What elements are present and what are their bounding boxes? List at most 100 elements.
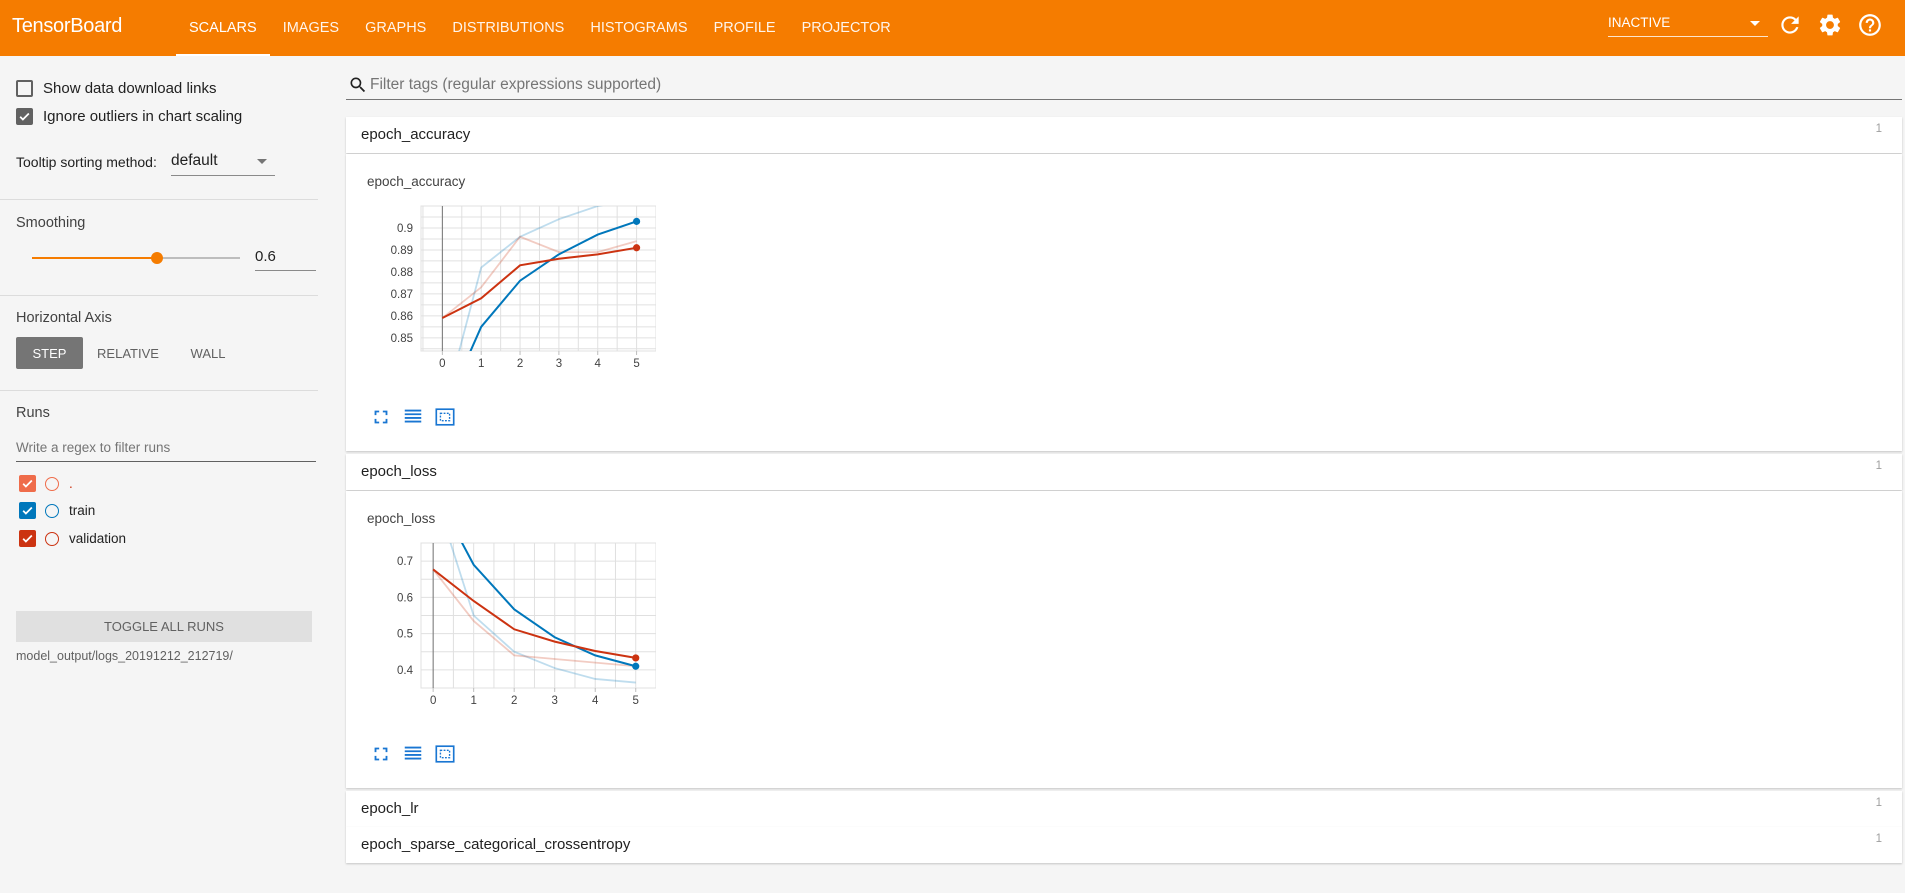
runs-filter-input[interactable]: Write a regex to filter runs	[16, 436, 316, 462]
checkbox-box	[16, 80, 33, 97]
show-download-links-label: Show data download links	[43, 80, 217, 97]
smoothing-label: Smoothing	[16, 215, 86, 231]
settings-icon[interactable]	[1817, 12, 1843, 38]
category-epoch-accuracy-body: epoch_accuracy 0.85 0.86 0.87 0.88 0.89 0.9 0 1…	[346, 154, 1902, 451]
epoch-loss-chart[interactable]: 0.4 0.5 0.6 0.7 0 1 2 3 4 5	[366, 533, 656, 713]
tab-graphs[interactable]: GRAPHS	[352, 0, 439, 56]
y-tick-label: 0.5	[397, 629, 413, 641]
toggle-all-runs-button[interactable]: TOGGLE ALL RUNS	[16, 611, 312, 642]
tooltip-sort-value: default	[171, 152, 218, 169]
checkbox-box	[16, 108, 33, 125]
checkmark-icon	[22, 479, 33, 488]
category-count: 1	[1875, 833, 1882, 845]
run-name: validation	[69, 531, 127, 546]
chart-title: epoch_accuracy	[367, 174, 466, 189]
divider	[0, 390, 318, 391]
run-checkbox[interactable]	[19, 502, 36, 519]
tab-images[interactable]: IMAGES	[270, 0, 352, 56]
x-tick-label: 5	[633, 358, 639, 370]
category-epoch-accuracy-header[interactable]: epoch_accuracy 1	[346, 117, 1902, 153]
run-checkbox[interactable]	[19, 475, 36, 492]
axis-relative-button[interactable]: RELATIVE	[90, 337, 166, 369]
smoothing-slider[interactable]	[32, 252, 240, 264]
tooltip-sort-dropdown[interactable]: default	[171, 150, 275, 176]
chart-title: epoch_loss	[367, 511, 436, 526]
data-table-icon[interactable]	[402, 406, 424, 428]
run-item-dot[interactable]: .	[19, 475, 73, 492]
y-tick-label: 0.9	[397, 223, 413, 235]
slider-fill	[32, 257, 157, 259]
help-icon[interactable]	[1857, 12, 1883, 38]
category-count: 1	[1875, 797, 1882, 809]
y-tick-label: 0.87	[391, 289, 413, 301]
series-last-point-train	[632, 217, 641, 225]
refresh-icon[interactable]	[1777, 12, 1803, 38]
tab-profile[interactable]: PROFILE	[701, 0, 789, 56]
dashboard-tabs: SCALARS IMAGES GRAPHS DISTRIBUTIONS HIST…	[176, 0, 904, 56]
category-epoch-lr-header[interactable]: epoch_lr 1	[346, 791, 1902, 827]
x-tick-label: 5	[633, 695, 639, 707]
data-table-icon[interactable]	[402, 743, 424, 765]
y-tick-label: 0.88	[391, 267, 413, 279]
category-title: epoch_loss	[361, 463, 437, 480]
inactive-dashboards-select[interactable]: INACTIVE	[1608, 13, 1768, 37]
epoch-accuracy-chart[interactable]: 0.85 0.86 0.87 0.88 0.89 0.9 0 1 2 3 4 5	[366, 196, 656, 376]
tab-histograms[interactable]: HISTOGRAMS	[577, 0, 700, 56]
series-last-point-train	[632, 662, 640, 670]
run-name: train	[69, 503, 96, 518]
fit-domain-icon[interactable]	[434, 743, 456, 765]
run-color-radio[interactable]	[45, 531, 59, 546]
axis-wall-button[interactable]: WALL	[176, 337, 240, 369]
y-tick-label: 0.7	[397, 556, 413, 568]
category-title: epoch_lr	[361, 800, 419, 817]
axis-step-button[interactable]: STEP	[16, 337, 83, 369]
fullscreen-icon[interactable]	[370, 743, 392, 765]
x-tick-label: 1	[478, 358, 484, 370]
series-last-point-validation	[632, 244, 641, 252]
run-color-radio[interactable]	[45, 503, 59, 518]
tab-scalars[interactable]: SCALARS	[176, 0, 270, 56]
checkmark-icon	[19, 112, 30, 121]
ignore-outliers-label: Ignore outliers in chart scaling	[43, 108, 243, 125]
category-epoch-sparse-categorical-crossentropy-header[interactable]: epoch_sparse_categorical_crossentropy 1	[346, 827, 1902, 863]
tab-projector[interactable]: PROJECTOR	[789, 0, 904, 56]
checkmark-icon	[22, 506, 33, 515]
y-tick-label: 0.89	[391, 245, 413, 257]
runs-label: Runs	[16, 405, 50, 421]
category-title: epoch_sparse_categorical_crossentropy	[361, 836, 631, 853]
run-checkbox[interactable]	[19, 530, 36, 547]
horizontal-axis-label: Horizontal Axis	[16, 310, 112, 326]
tag-filter-input[interactable]: Filter tags (regular expressions support…	[346, 72, 1902, 100]
x-tick-label: 3	[552, 695, 558, 707]
y-tick-label: 0.86	[391, 311, 413, 323]
fit-domain-icon[interactable]	[434, 406, 456, 428]
ignore-outliers-checkbox[interactable]: Ignore outliers in chart scaling	[16, 108, 242, 125]
chevron-down-icon	[1750, 21, 1760, 26]
run-color-radio[interactable]	[45, 476, 59, 491]
category-epoch-loss-body: epoch_loss 0.4 0.5 0.6 0.7 0 1 2 3 4 5	[346, 491, 1902, 788]
category-epoch-loss-header[interactable]: epoch_loss 1	[346, 454, 1902, 490]
series-last-point-validation	[632, 654, 640, 662]
x-tick-label: 0	[430, 695, 436, 707]
y-tick-label: 0.6	[397, 592, 413, 604]
x-tick-label: 2	[511, 695, 517, 707]
show-download-links-checkbox[interactable]: Show data download links	[16, 80, 216, 97]
tab-distributions[interactable]: DISTRIBUTIONS	[439, 0, 577, 56]
chevron-down-icon	[257, 159, 267, 164]
status-select-value: INACTIVE	[1608, 15, 1671, 30]
smoothing-value-input[interactable]: 0.6	[255, 245, 316, 271]
run-item-validation[interactable]: validation	[19, 530, 126, 547]
app-brand[interactable]: TensorBoard	[12, 15, 122, 38]
divider	[0, 295, 318, 296]
fullscreen-icon[interactable]	[370, 406, 392, 428]
tooltip-sort-label: Tooltip sorting method:	[16, 154, 157, 170]
tag-filter-placeholder: Filter tags (regular expressions support…	[370, 76, 662, 93]
x-tick-label: 0	[439, 358, 445, 370]
category-title: epoch_accuracy	[361, 126, 471, 143]
top-app-bar: TensorBoard SCALARS IMAGES GRAPHS DISTRI…	[0, 0, 1905, 56]
run-item-train[interactable]: train	[19, 502, 95, 519]
slider-thumb[interactable]	[150, 252, 163, 264]
divider	[0, 199, 318, 200]
sidebar: Show data download links Ignore outliers…	[0, 56, 318, 893]
run-name: .	[69, 476, 73, 491]
